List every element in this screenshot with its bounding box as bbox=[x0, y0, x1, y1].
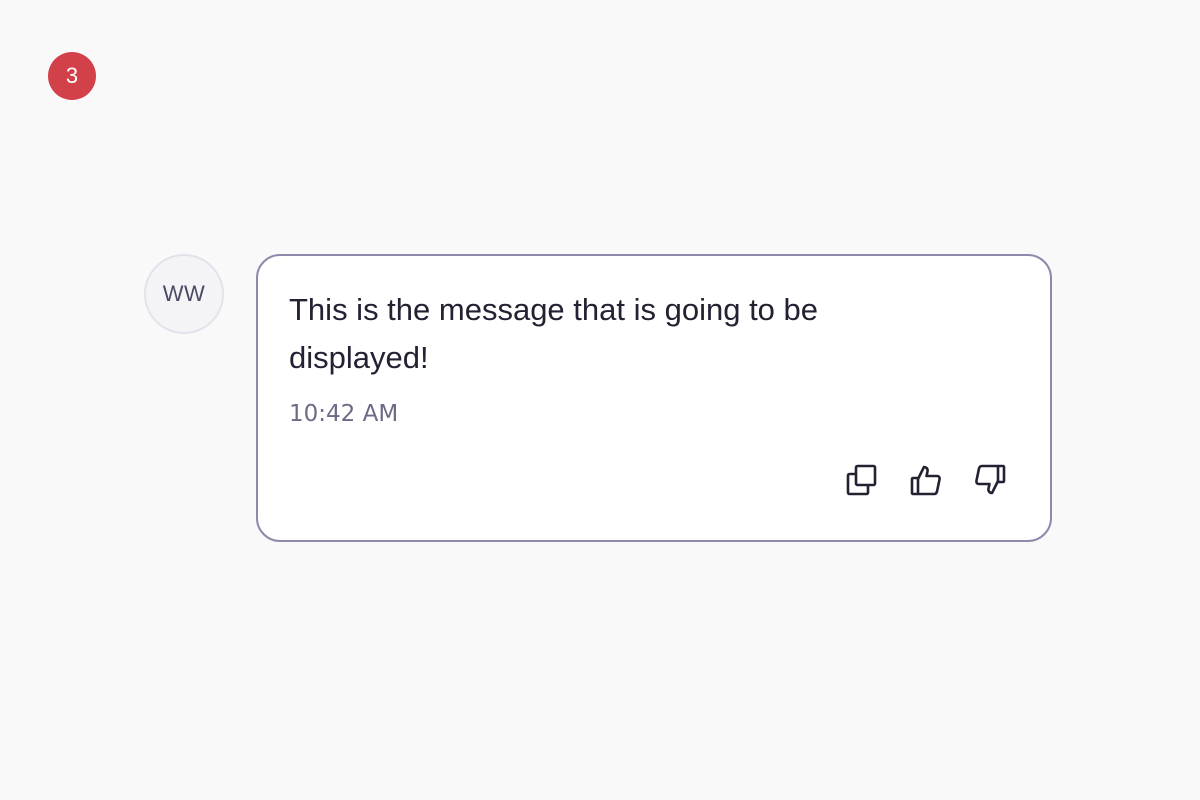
copy-icon bbox=[846, 464, 877, 496]
thumbs-down-icon bbox=[975, 464, 1006, 495]
thumbs-up-button[interactable] bbox=[908, 462, 944, 498]
thumbs-up-icon bbox=[910, 465, 941, 496]
copy-button[interactable] bbox=[844, 462, 880, 498]
message-text: This is the message that is going to be … bbox=[289, 292, 819, 375]
message-actions bbox=[844, 462, 1008, 498]
avatar: WW bbox=[144, 254, 224, 334]
step-number-badge: 3 bbox=[48, 52, 96, 100]
message-bubble: This is the message that is going to be … bbox=[256, 254, 1052, 542]
message-timestamp: 10:42 AM bbox=[289, 401, 399, 427]
thumbs-down-button[interactable] bbox=[972, 462, 1008, 498]
